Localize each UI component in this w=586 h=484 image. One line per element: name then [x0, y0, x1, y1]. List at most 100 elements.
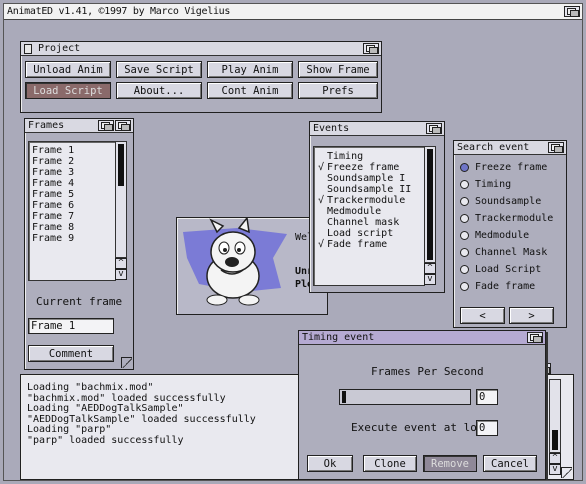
- events-scrollbar[interactable]: [424, 146, 436, 263]
- event-item[interactable]: Channel mask: [324, 217, 424, 228]
- log-line: Loading "bachmix.mod": [27, 382, 154, 393]
- previous-button[interactable]: <: [460, 307, 505, 324]
- radio-button-icon[interactable]: [460, 179, 469, 189]
- timing-event-title-bar[interactable]: Timing event: [299, 331, 545, 345]
- event-item[interactable]: Load script: [324, 228, 424, 239]
- current-frame-field[interactable]: Frame 1: [28, 318, 114, 334]
- fps-slider[interactable]: [339, 389, 471, 405]
- radio-label: Freeze frame: [475, 161, 548, 173]
- radio-button-icon[interactable]: [460, 162, 469, 172]
- event-item[interactable]: Soundsample I: [324, 173, 424, 184]
- cont-anim-button[interactable]: Cont Anim: [207, 82, 293, 99]
- event-item[interactable]: Freeze frame: [318, 162, 424, 173]
- radio-button-icon[interactable]: [460, 213, 469, 223]
- event-item[interactable]: Medmodule: [324, 206, 424, 217]
- radio-option[interactable]: Freeze frame: [460, 161, 547, 173]
- radio-button-icon[interactable]: [460, 264, 469, 274]
- clone-button[interactable]: Clone: [363, 455, 417, 472]
- workbench-screen: AnimatED v1.41, ©1997 by Marco Vigelius …: [3, 3, 583, 481]
- frames-title: Frames: [28, 120, 65, 131]
- list-item[interactable]: Frame 7: [29, 211, 115, 222]
- radio-option[interactable]: Soundsample: [460, 195, 541, 207]
- list-item[interactable]: Frame 3: [29, 167, 115, 178]
- screen-depth-icon[interactable]: [564, 6, 580, 17]
- list-item[interactable]: Frame 5: [29, 189, 115, 200]
- scrollbar-knob[interactable]: [552, 430, 558, 450]
- depth-icon[interactable]: [115, 120, 131, 131]
- execute-loop-field[interactable]: 0: [476, 420, 498, 436]
- events-title-bar[interactable]: Events: [310, 122, 444, 136]
- zoom-icon[interactable]: [98, 120, 114, 131]
- radio-option[interactable]: Trackermodule: [460, 212, 553, 224]
- depth-icon[interactable]: [426, 123, 442, 134]
- radio-button-icon[interactable]: [460, 196, 469, 206]
- current-frame-label: Current frame: [36, 295, 123, 308]
- radio-button-icon[interactable]: [460, 247, 469, 257]
- log-scrollbar[interactable]: [549, 379, 561, 453]
- events-list[interactable]: TimingFreeze frameSoundsample ISoundsamp…: [313, 146, 425, 286]
- scroll-up-icon[interactable]: ^: [549, 453, 561, 464]
- event-item[interactable]: Soundsample II: [324, 184, 424, 195]
- comment-button[interactable]: Comment: [28, 345, 114, 362]
- frames-title-bar[interactable]: Frames: [25, 119, 133, 133]
- radio-option[interactable]: Channel Mask: [460, 246, 547, 258]
- resize-icon[interactable]: [561, 467, 572, 478]
- list-item[interactable]: Frame 1: [29, 145, 115, 156]
- project-title: Project: [38, 43, 81, 54]
- execute-loop-label: Execute event at loop: [351, 421, 491, 434]
- radio-option[interactable]: Medmodule: [460, 229, 529, 241]
- log-line: Loading "parp": [27, 424, 112, 435]
- next-button[interactable]: >: [509, 307, 554, 324]
- radio-label: Channel Mask: [475, 246, 548, 258]
- about-button[interactable]: About...: [116, 82, 202, 99]
- fps-label: Frames Per Second: [371, 365, 484, 378]
- scroll-down-icon[interactable]: v: [115, 269, 127, 280]
- event-item[interactable]: Trackermodule: [318, 195, 424, 206]
- remove-button[interactable]: Remove: [423, 455, 477, 472]
- depth-icon[interactable]: [548, 142, 564, 153]
- load-script-button[interactable]: Load Script: [25, 82, 111, 99]
- cancel-button[interactable]: Cancel: [483, 455, 537, 472]
- save-script-button[interactable]: Save Script: [116, 61, 202, 78]
- ok-button[interactable]: Ok: [307, 455, 353, 472]
- resize-icon[interactable]: [121, 357, 132, 368]
- log-line: Loading "AEDDogTalkSample": [27, 403, 184, 414]
- radio-option[interactable]: Fade frame: [460, 280, 535, 292]
- frames-scrollbar[interactable]: [115, 141, 127, 258]
- scrollbar-knob[interactable]: [118, 144, 124, 186]
- project-title-bar[interactable]: Project: [21, 42, 381, 56]
- radio-button-icon[interactable]: [460, 281, 469, 291]
- scroll-up-icon[interactable]: ^: [424, 263, 436, 274]
- list-item[interactable]: Frame 6: [29, 200, 115, 211]
- list-item[interactable]: Frame 9: [29, 233, 115, 244]
- show-frame-button[interactable]: Show Frame: [298, 61, 378, 78]
- frames-list[interactable]: Frame 1 Frame 2 Frame 3 Frame 4 Frame 5 Frame…: [28, 141, 116, 281]
- search-event-window: Search event Freeze frame Timing Soundsamp…: [453, 140, 567, 328]
- radio-label: Load Script: [475, 263, 542, 275]
- radio-button-icon[interactable]: [460, 230, 469, 240]
- scroll-down-icon[interactable]: v: [424, 274, 436, 285]
- scroll-down-icon[interactable]: v: [549, 464, 561, 475]
- depth-icon[interactable]: [363, 43, 379, 54]
- list-item[interactable]: Frame 8: [29, 222, 115, 233]
- search-event-title: Search event: [457, 142, 530, 153]
- close-icon[interactable]: [24, 43, 32, 54]
- list-item[interactable]: Frame 4: [29, 178, 115, 189]
- radio-option[interactable]: Load Script: [460, 263, 541, 275]
- radio-label: Soundsample: [475, 195, 542, 207]
- depth-icon[interactable]: [527, 332, 543, 343]
- fps-slider-knob[interactable]: [342, 391, 346, 403]
- event-item[interactable]: Fade frame: [318, 239, 424, 250]
- event-item[interactable]: Timing: [324, 151, 424, 162]
- scroll-up-icon[interactable]: ^: [115, 258, 127, 269]
- unload-anim-button[interactable]: Unload Anim: [25, 61, 111, 78]
- radio-option[interactable]: Timing: [460, 178, 511, 190]
- list-item[interactable]: Frame 2: [29, 156, 115, 167]
- events-window: Events TimingFreeze frameSoundsample ISo…: [309, 121, 445, 293]
- radio-label: Trackermodule: [475, 212, 554, 224]
- fps-field[interactable]: 0: [476, 389, 498, 405]
- prefs-button[interactable]: Prefs: [298, 82, 378, 99]
- search-event-title-bar[interactable]: Search event: [454, 141, 566, 155]
- play-anim-button[interactable]: Play Anim: [207, 61, 293, 78]
- scrollbar-knob[interactable]: [427, 149, 433, 260]
